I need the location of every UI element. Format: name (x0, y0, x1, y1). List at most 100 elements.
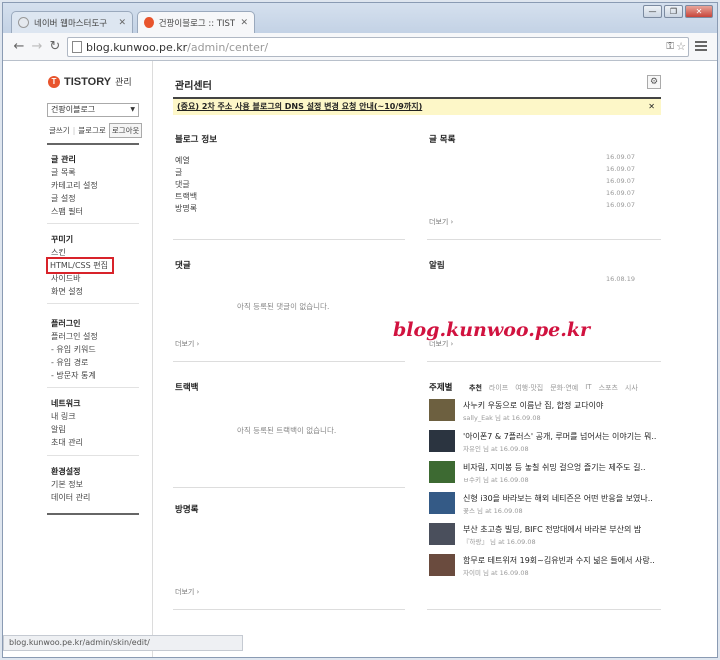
url-text: blog.kunwoo.pe.kr/admin/center/ (86, 41, 268, 54)
back-arrow-icon[interactable]: ← (11, 39, 27, 55)
gear-icon[interactable]: ⚙ (647, 75, 661, 89)
blog-info-item: 댓글 (175, 180, 190, 189)
trackback-empty-text: 아직 등록된 트랙백이 없습니다. (237, 426, 337, 435)
topics-panel: 주제별 (429, 381, 452, 393)
menu-icon[interactable] (695, 41, 707, 51)
topic-tab-life[interactable]: 라이프 (489, 383, 508, 393)
key-icon[interactable]: ⚿ (666, 41, 674, 52)
tab-tistory[interactable]: 건팡이블로그 :: TISTORY ✕ (137, 11, 255, 33)
tab-label: 네이버 웹마스터도구 (34, 18, 108, 29)
topic-tab-sports[interactable]: 스포츠 (599, 383, 618, 393)
sidebar-item-data-management[interactable]: 데이터 관리 (51, 491, 90, 504)
minimize-icon[interactable]: — (643, 5, 662, 18)
comments-title: 댓글 (175, 261, 191, 271)
sidebar-item-notifications[interactable]: 알림 (51, 423, 83, 436)
notice-link[interactable]: (중요) 2차 주소 사용 블로그의 DNS 설정 변경 요청 안내(~10/9… (177, 102, 422, 111)
sidebar-item-inflow-keywords[interactable]: - 유입 키워드 (51, 343, 98, 356)
status-bar: blog.kunwoo.pe.kr/admin/skin/edit/ (3, 635, 243, 651)
guestbook-title: 방명록 (175, 505, 199, 515)
topic-item[interactable]: '아이폰7 & 7플러스' 공개, 루머를 넘어서는 이야기는 뭐.. 자유인 … (429, 428, 661, 459)
topic-thumbnail (429, 399, 455, 421)
topic-item[interactable]: 함무로 테트위저 19회~김유빈과 수지 넒은 들에서 사랑.. 자이미 님 a… (429, 552, 661, 583)
comments-empty-text: 아직 등록된 댓글이 없습니다. (237, 302, 330, 311)
topic-title[interactable]: 사누키 우동으로 이름난 집, 합정 교다이야 (463, 400, 603, 411)
comments-more-link[interactable]: 더보기 › (175, 339, 199, 349)
page-viewport: T TISTORY 관리 건팡이블로그 ▼ 글쓰기 | 블로그로 로그아웃 글 … (3, 61, 717, 657)
sidebar-divider (47, 513, 139, 515)
sidebar-item-my-links[interactable]: 내 링크 (51, 410, 83, 423)
post-list-panel: 글 목록 16.09.07 16.09.07 16.09.07 16.09.07… (429, 133, 661, 239)
sidebar-group-head: 네트워크 (51, 399, 81, 408)
sidebar-item-display-settings[interactable]: 화면 설정 (51, 285, 112, 298)
guestbook-more-link[interactable]: 더보기 › (175, 587, 199, 597)
close-icon[interactable]: ✕ (648, 99, 655, 114)
topic-tab-recommended[interactable]: 추천 (469, 383, 482, 393)
topic-meta: 꽃스 님 at 16.09.08 (463, 507, 523, 515)
sidebar-item-post-settings[interactable]: 글 설정 (51, 192, 98, 205)
sidebar-item-skin[interactable]: 스킨 (51, 246, 112, 259)
reload-icon[interactable]: ↻ (47, 39, 63, 55)
blog-info-item: 트랙백 (175, 192, 198, 201)
topic-item[interactable]: 부산 초고층 빌딩, BIFC 전망대에서 바라본 부산의 밤 『하랑』 님 a… (429, 521, 661, 552)
sidebar-item-plugin-settings[interactable]: 플러그인 설정 (51, 330, 98, 343)
sidebar-item-post-list[interactable]: 글 목록 (51, 166, 98, 179)
sidebar-group-head: 환경설정 (51, 467, 81, 476)
blog-info-item: 예열 (175, 156, 190, 165)
sidebar-divider (47, 223, 139, 224)
logo-text: TISTORY (64, 75, 112, 88)
topic-thumbnail (429, 523, 455, 545)
sidebar-divider (47, 387, 139, 388)
bookmark-star-icon[interactable]: ☆ (676, 40, 686, 53)
close-tab-icon[interactable]: ✕ (118, 18, 126, 28)
page-icon (72, 41, 82, 53)
go-to-blog-link[interactable]: 블로그로 (78, 125, 106, 136)
topic-title[interactable]: '아이폰7 & 7플러스' 공개, 루머를 넘어서는 이야기는 뭐.. (463, 431, 656, 442)
topic-item[interactable]: 사누키 우동으로 이름난 집, 합정 교다이야 sally_Eak 님 at 1… (429, 397, 661, 428)
quick-links: 글쓰기 | 블로그로 로그아웃 (49, 123, 143, 138)
notification-date: 16.08.19 (606, 275, 635, 283)
topic-thumbnail (429, 554, 455, 576)
post-date: 16.09.07 (606, 189, 635, 197)
panel-divider (173, 239, 405, 240)
topic-meta: 자유인 님 at 16.09.08 (463, 445, 529, 453)
topic-title[interactable]: 비자림, 지미봉 등 놓칠 쉬밍 걸으엉 즐기는 제주도 길.. (463, 462, 646, 473)
topic-title[interactable]: 부산 초고층 빌딩, BIFC 전망대에서 바라본 부산의 밤 (463, 524, 641, 535)
sidebar-item-html-css-edit[interactable]: HTML/CSS 편집 (46, 257, 114, 274)
post-date: 16.09.07 (606, 201, 635, 209)
tistory-logo[interactable]: T TISTORY 관리 (48, 75, 132, 88)
restore-icon[interactable]: ❐ (664, 5, 683, 18)
logo-admin-text: 관리 (115, 77, 132, 87)
sidebar-item-visitor-stats[interactable]: - 방문자 통계 (51, 369, 98, 382)
tab-naver-webmaster[interactable]: 네이버 웹마스터도구 ✕ (11, 11, 133, 33)
topic-meta: 『하랑』 님 at 16.09.08 (463, 538, 536, 546)
sidebar-group-settings: 환경설정 기본 정보 데이터 관리 (51, 465, 90, 504)
topic-tab-news[interactable]: 시사 (625, 383, 638, 393)
blog-select[interactable]: 건팡이블로그 ▼ (47, 103, 139, 117)
sidebar-item-category[interactable]: 카테고리 설정 (51, 179, 98, 192)
page-icon (18, 17, 29, 28)
blog-select-value: 건팡이블로그 (51, 105, 96, 114)
topic-item[interactable]: 신형 i30을 바라보는 해외 네티즌은 어떤 반응을 보였나.. 꽃스 님 a… (429, 490, 661, 521)
sidebar-group-network: 네트워크 내 링크 알림 초대 관리 (51, 397, 83, 449)
address-bar[interactable]: blog.kunwoo.pe.kr/admin/center/ ⚿ ☆ (67, 37, 689, 57)
sidebar-item-inflow-paths[interactable]: - 유입 경로 (51, 356, 98, 369)
topic-tab-culture[interactable]: 문화·연예 (550, 383, 578, 393)
notifications-panel: 알림 16.08.19 더보기 › (429, 259, 661, 365)
topic-tab-it[interactable]: IT (585, 383, 591, 393)
topic-tab-travel[interactable]: 여행·맛집 (515, 383, 543, 393)
forward-arrow-icon[interactable]: → (29, 39, 45, 55)
write-link[interactable]: 글쓰기 (49, 125, 70, 136)
post-list-more-link[interactable]: 더보기 › (429, 217, 453, 227)
topic-title[interactable]: 신형 i30을 바라보는 해외 네티즌은 어떤 반응을 보였나.. (463, 493, 653, 504)
topic-tabs: 추천 라이프 여행·맛집 문화·연예 IT 스포츠 시사 (469, 383, 638, 393)
topic-meta: ㅂ수키 님 at 16.09.08 (463, 476, 529, 484)
sidebar-item-spam-filter[interactable]: 스팸 필터 (51, 205, 98, 218)
sidebar-item-invite[interactable]: 초대 관리 (51, 436, 83, 449)
logout-button[interactable]: 로그아웃 (108, 123, 143, 138)
close-window-icon[interactable]: ✕ (685, 5, 713, 18)
sidebar-item-sidebar[interactable]: 사이드바 (51, 272, 112, 285)
close-tab-icon[interactable]: ✕ (240, 18, 248, 28)
topic-item[interactable]: 비자림, 지미봉 등 놓칠 쉬밍 걸으엉 즐기는 제주도 길.. ㅂ수키 님 a… (429, 459, 661, 490)
sidebar-item-basic-info[interactable]: 기본 정보 (51, 478, 90, 491)
topic-title[interactable]: 함무로 테트위저 19회~김유빈과 수지 넒은 들에서 사랑.. (463, 555, 655, 566)
